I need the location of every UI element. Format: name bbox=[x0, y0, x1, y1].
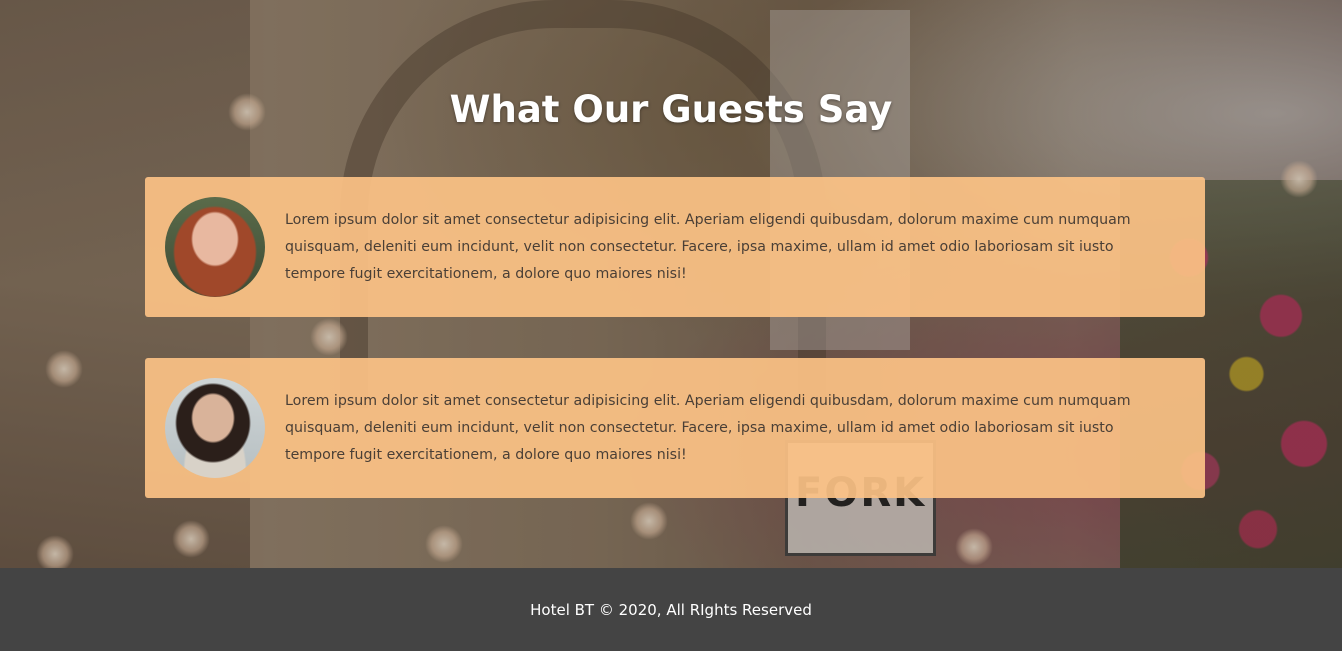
testimonial-text: Lorem ipsum dolor sit amet consectetur a… bbox=[285, 212, 1131, 282]
page: FORK What Our Guests Say Lorem ipsum dol… bbox=[0, 0, 1342, 651]
footer: Hotel BT © 2020, All RIghts Reserved bbox=[0, 568, 1342, 651]
copyright-text: Hotel BT © 2020, All RIghts Reserved bbox=[530, 601, 812, 619]
testimonials-section: FORK What Our Guests Say Lorem ipsum dol… bbox=[0, 0, 1342, 568]
testimonial-card: Lorem ipsum dolor sit amet consectetur a… bbox=[145, 358, 1205, 498]
guest-avatar bbox=[165, 378, 265, 478]
testimonial-card: Lorem ipsum dolor sit amet consectetur a… bbox=[145, 177, 1205, 317]
section-title: What Our Guests Say bbox=[449, 88, 893, 131]
testimonial-text: Lorem ipsum dolor sit amet consectetur a… bbox=[285, 393, 1131, 463]
guest-avatar bbox=[165, 197, 265, 297]
